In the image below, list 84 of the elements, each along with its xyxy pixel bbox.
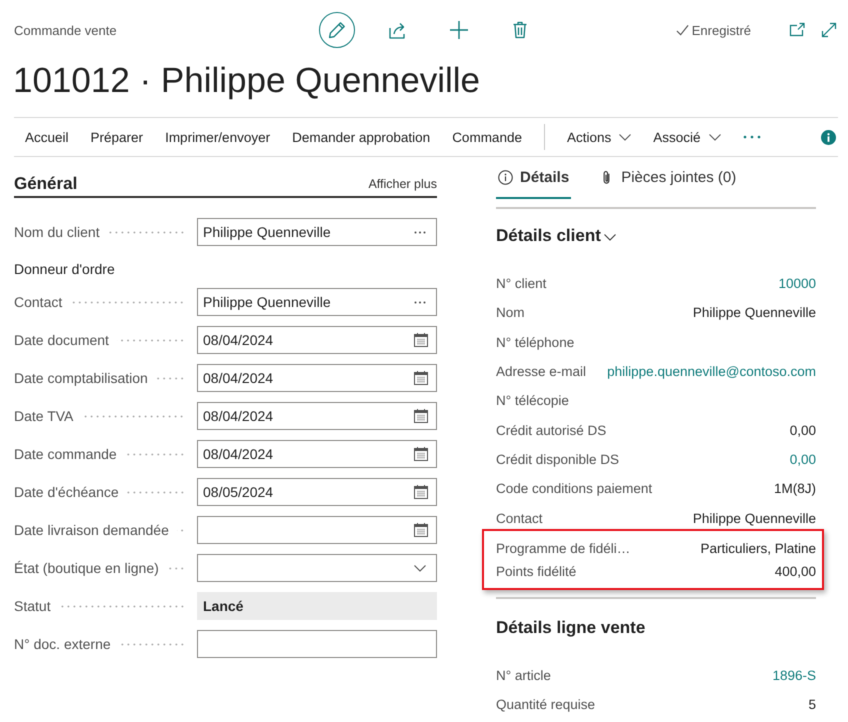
- action-bar-button[interactable]: Préparer: [80, 122, 154, 152]
- date-field[interactable]: 08/04/2024: [197, 440, 437, 468]
- tab[interactable]: Détails: [496, 157, 572, 199]
- detail-label: N° article: [496, 668, 551, 683]
- date-field[interactable]: 08/04/2024: [197, 326, 437, 354]
- detail-value: 1M(8J): [774, 481, 816, 496]
- pop-out-icon[interactable]: [789, 22, 805, 38]
- lookup-field[interactable]: Philippe Quenneville: [197, 288, 437, 316]
- breadcrumb: Commande vente: [14, 22, 118, 38]
- field-label: N° doc. externe: [14, 636, 111, 652]
- field-label: Statut: [14, 598, 51, 614]
- date-field[interactable]: 08/04/2024: [197, 402, 437, 430]
- calendar-icon[interactable]: [414, 333, 428, 347]
- field-label: Date d'échéance: [14, 484, 119, 500]
- expand-icon[interactable]: [821, 22, 837, 38]
- pencil-icon: [327, 20, 347, 40]
- detail-value: 0,00: [790, 422, 816, 438]
- field-label: Date document: [14, 332, 109, 348]
- detail-value: 400,00: [774, 564, 816, 579]
- field-label: Date comptabilisation: [14, 370, 148, 386]
- chevron-down-icon: [619, 134, 632, 140]
- plus-icon: [449, 20, 469, 40]
- detail-value: Particuliers, Platine: [700, 540, 816, 556]
- detail-value: 5: [808, 697, 816, 712]
- more-icon[interactable]: [742, 135, 761, 139]
- detail-label: Quantité requise: [496, 697, 596, 712]
- field-label: Contact: [14, 294, 62, 310]
- field-label: État (boutique en ligne): [14, 560, 159, 576]
- calendar-icon[interactable]: [414, 485, 428, 499]
- date-field[interactable]: [197, 516, 437, 544]
- save-status: Enregistré: [692, 22, 751, 38]
- detail-value: Philippe Quenneville: [692, 305, 816, 320]
- action-bar-button[interactable]: Accueil: [14, 122, 80, 152]
- group-heading: Donneur d'ordre: [14, 260, 116, 278]
- detail-label: N° client: [496, 276, 546, 292]
- detail-link[interactable]: 0,00: [790, 452, 816, 467]
- detail-label: Crédit disponible DS: [496, 452, 620, 467]
- lookup-field[interactable]: Philippe Quenneville: [197, 218, 437, 246]
- detail-label: Programme de fidéli…: [496, 540, 630, 556]
- menu-button[interactable]: Associé: [642, 122, 732, 152]
- action-bar-button[interactable]: Imprimer/envoyer: [154, 122, 282, 152]
- section-toggle[interactable]: Détails client: [496, 225, 616, 247]
- page-title: 101012 · Philippe Quenneville: [12, 60, 481, 102]
- calendar-icon[interactable]: [414, 447, 428, 461]
- detail-label: N° téléphone: [496, 334, 574, 350]
- detail-value: Philippe Quenneville: [692, 510, 816, 526]
- info-icon[interactable]: [821, 130, 836, 144]
- info-icon: [498, 170, 513, 184]
- tab[interactable]: Pièces jointes (0): [597, 157, 738, 199]
- detail-label: N° télécopie: [496, 393, 569, 408]
- field-label: Date livraison demandée: [14, 522, 169, 538]
- edit-button[interactable]: [319, 12, 355, 48]
- chevron-down-icon: [708, 134, 721, 140]
- detail-link[interactable]: philippe.quenneville@contoso.com: [607, 364, 816, 380]
- calendar-icon[interactable]: [414, 371, 428, 385]
- text-field[interactable]: [197, 630, 437, 658]
- detail-label: Code conditions paiement: [496, 481, 652, 496]
- date-field[interactable]: 08/05/2024: [197, 478, 437, 506]
- detail-label: Points fidélité: [496, 564, 576, 579]
- readonly-field: Lancé: [197, 592, 437, 620]
- detail-label: Contact: [496, 510, 543, 526]
- section-title: Général: [14, 174, 78, 194]
- calendar-icon[interactable]: [414, 523, 428, 537]
- check-icon: [676, 24, 689, 36]
- chevron-down-icon: [604, 234, 616, 240]
- section-title: Détails ligne vente: [496, 616, 646, 639]
- detail-label: Adresse e-mail: [496, 364, 586, 380]
- show-more-link[interactable]: Afficher plus: [368, 177, 437, 191]
- dropdown-field[interactable]: [197, 554, 437, 582]
- detail-link[interactable]: 10000: [778, 276, 816, 292]
- detail-label: Crédit autorisé DS: [496, 422, 606, 438]
- menu-button[interactable]: Actions: [556, 122, 642, 152]
- more-icon[interactable]: [414, 230, 426, 234]
- date-field[interactable]: 08/04/2024: [197, 364, 437, 392]
- more-icon[interactable]: [414, 300, 426, 304]
- calendar-icon[interactable]: [414, 409, 428, 423]
- detail-label: Nom: [496, 305, 525, 320]
- chevron-down-icon[interactable]: [414, 564, 426, 572]
- field-label: Date TVA: [14, 408, 74, 424]
- field-label: Date commande: [14, 446, 117, 462]
- field-label: Nom du client: [14, 224, 100, 240]
- action-bar-button[interactable]: Demander approbation: [281, 122, 442, 152]
- detail-link[interactable]: 1896-S: [772, 668, 816, 683]
- action-bar-button[interactable]: Commande: [441, 122, 533, 152]
